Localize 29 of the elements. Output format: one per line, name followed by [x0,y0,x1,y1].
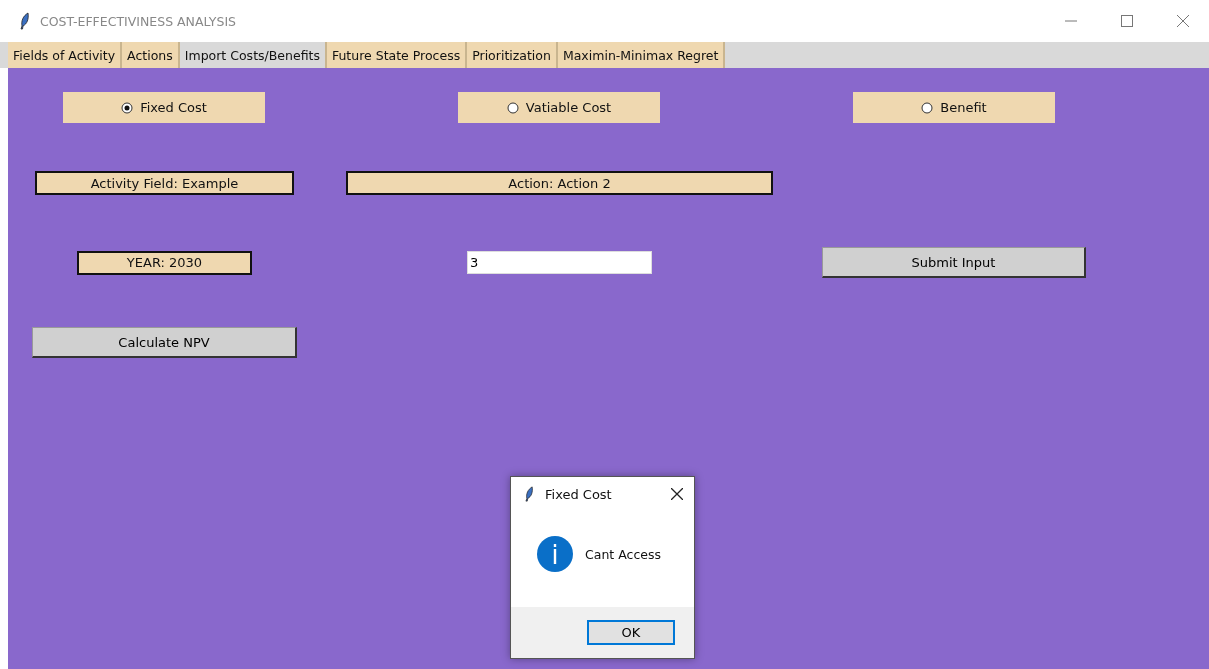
maximize-icon[interactable] [1121,15,1133,27]
radio-button[interactable]: Fixed Cost [63,92,265,123]
dialog-message: Cant Access [585,546,661,562]
radio-label: Fixed Cost [140,100,207,115]
input-field[interactable]: 3 [467,251,652,274]
tab[interactable]: Maximin-Minimax Regret [557,42,726,68]
feather-icon [20,12,30,30]
radio-indicator[interactable] [921,101,934,114]
tab[interactable]: Prioritization [467,42,558,68]
radio-label: Vatiable Cost [525,100,612,115]
tab[interactable]: Future State Process [326,42,468,68]
radio-button[interactable]: Vatiable Cost [458,92,660,123]
dialog-title: Fixed Cost [545,486,612,502]
action-label: Action: Action 2 [346,171,773,195]
close-icon[interactable] [671,488,683,500]
tab[interactable]: Actions [122,42,180,68]
radio-indicator[interactable] [121,101,134,114]
calculate-npv-button[interactable]: Calculate NPV [32,327,297,358]
activity-field-label: Activity Field: Example [35,171,294,195]
radio-button[interactable]: Benefit [853,92,1055,123]
ok-button[interactable]: OK [587,620,675,645]
feather-icon [525,486,534,502]
window-title: COST-EFFECTIVINESS ANALYSIS [40,13,236,29]
year-label: YEAR: 2030 [77,250,252,275]
radio-label: Benefit [940,100,987,115]
submit-input-button[interactable]: Submit Input [822,247,1086,278]
tab[interactable]: Fields of Activity [8,42,123,68]
radio-indicator[interactable] [506,101,519,114]
info-icon [537,536,573,572]
